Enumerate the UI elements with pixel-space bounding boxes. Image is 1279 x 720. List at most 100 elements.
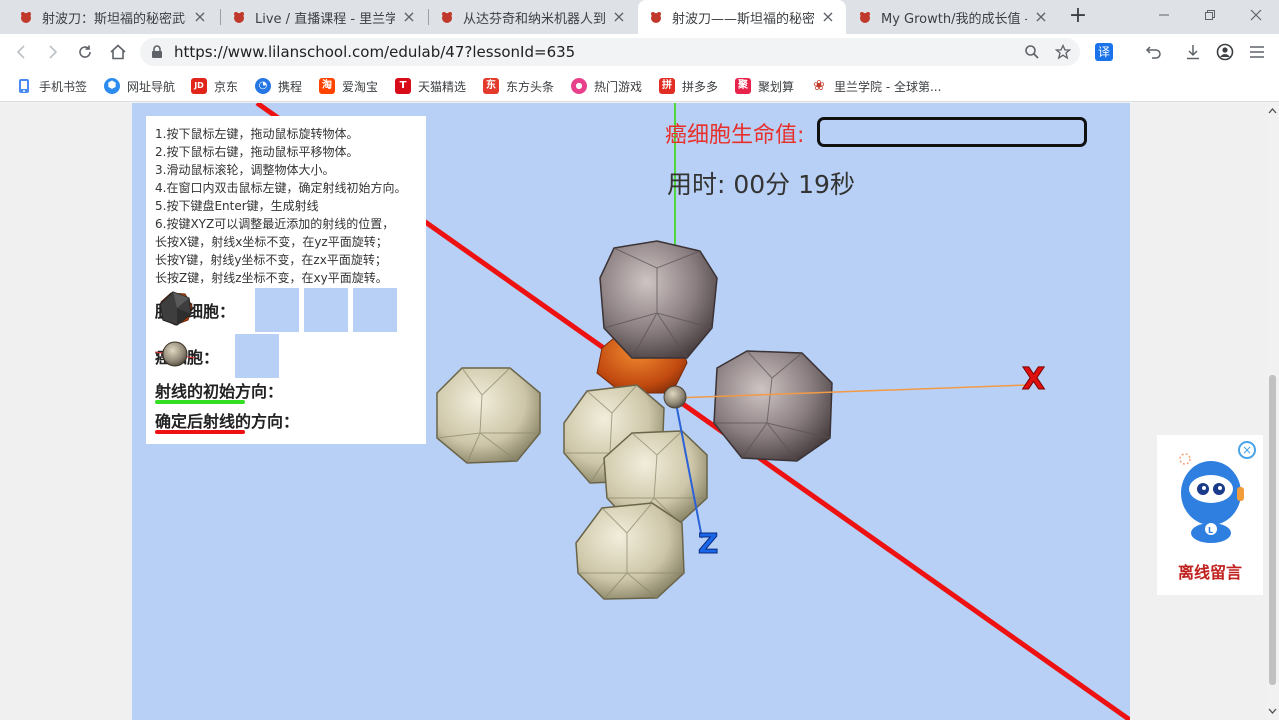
close-window-button[interactable] <box>1233 0 1279 30</box>
bookmark-item[interactable]: 聚 聚划算 <box>735 76 794 96</box>
tab-3-active[interactable]: 射波刀——斯坦福的秘密武 × <box>638 0 846 34</box>
fragile-grey-thumb <box>159 288 348 332</box>
lilan-favicon-icon <box>651 12 661 23</box>
fragile-cell-bone-left <box>436 367 541 464</box>
close-window-icon <box>1250 9 1262 21</box>
account-icon <box>1216 43 1234 61</box>
close-icon[interactable]: × <box>1033 9 1049 25</box>
instruction-line: 长按Y键，射线y坐标不变，在zx平面旋转； <box>155 253 387 267</box>
back-arrow-icon <box>16 45 25 59</box>
tab-1[interactable]: Live / 直播课程 - 里兰学院 × <box>221 0 427 34</box>
download-button[interactable] <box>1179 38 1207 66</box>
instruction-line: 3.滑动鼠标滚轮，调整物体大小。 <box>155 163 335 177</box>
instruction-panel: 1.按下鼠标左键，拖动鼠标旋转物体。 2.按下鼠标右键，拖动鼠标平移物体。 3.… <box>146 116 426 444</box>
bookmark-label: 手机书签 <box>39 79 88 94</box>
tab-strip: 射波刀：斯坦福的秘密武器 × Live / 直播课程 - 里兰学院 × 从达芬奇… <box>0 0 1279 34</box>
bookmark-item[interactable]: ◔ 携程 <box>255 76 302 96</box>
close-icon[interactable]: × <box>401 9 417 25</box>
offline-message-widget[interactable]: × L 离线留言 <box>1157 435 1263 595</box>
bookmark-item[interactable]: ● 热门游戏 <box>571 76 642 96</box>
tab-0[interactable]: 射波刀：斯坦福的秘密武器 × <box>8 0 218 34</box>
bookmark-item[interactable]: ⬢ 网址导航 <box>104 76 175 96</box>
ctrip-icon: ◔ <box>255 78 271 94</box>
instruction-line: 6.按键XYZ可以调整最近添加的射线的位置， <box>155 217 395 231</box>
bookmark-label: 拼多多 <box>682 79 719 94</box>
reload-button[interactable] <box>71 38 99 66</box>
toutiao-icon: 东 <box>483 78 499 94</box>
bookmark-item[interactable]: 手机书签 <box>16 76 87 96</box>
cancer-thumb <box>155 334 279 378</box>
bookmark-label: 网址导航 <box>127 79 176 94</box>
svg-text:L: L <box>1208 526 1213 535</box>
mobile-bookmark-icon <box>19 79 29 93</box>
close-icon[interactable]: × <box>192 9 208 25</box>
account-button[interactable] <box>1211 38 1239 66</box>
fragile-cell-legend: 脆弱细胞： <box>155 288 397 332</box>
cancer-hp-label: 癌细胞生命值: <box>665 123 805 148</box>
instruction-line: 5.按下键盘Enter键，生成射线 <box>155 199 319 213</box>
cancer-hp-bar <box>817 117 1087 147</box>
scrollbar-graphics <box>1268 108 1277 714</box>
fragile-dark-thumb <box>159 288 397 332</box>
address-bar[interactable]: https://www.lilanschool.com/edulab/47?le… <box>140 38 1080 66</box>
home-button[interactable] <box>104 38 132 66</box>
lilan-favicon-icon <box>21 12 31 23</box>
tab-4[interactable]: My Growth/我的成长值 - / × <box>847 0 1059 34</box>
tab-title: 射波刀——斯坦福的秘密武 <box>672 11 814 27</box>
bookmark-label: 爱淘宝 <box>342 79 379 94</box>
url-text[interactable]: https://www.lilanschool.com/edulab/47?le… <box>174 38 575 66</box>
bookmark-label: 里兰学院 - 全球第... <box>834 79 942 94</box>
undo-button[interactable] <box>1140 38 1168 66</box>
cancer-cell-legend: 癌细胞： <box>155 334 279 378</box>
bookmark-star-icon[interactable] <box>1055 44 1071 60</box>
tmall-icon: T <box>395 78 411 94</box>
bookmark-item[interactable]: T 天猫精选 <box>395 76 466 96</box>
undo-icon <box>1145 46 1161 59</box>
game-icon: ● <box>571 78 587 94</box>
tab-title: My Growth/我的成长值 - / <box>881 11 1027 27</box>
cancer-cell <box>663 385 687 409</box>
confirmed-direction-label: 确定后射线的方向： <box>155 412 300 431</box>
elapsed-timer: 用时: 00分 19秒 <box>667 170 855 199</box>
reload-icon <box>79 45 91 58</box>
fragile-cell-stone-right <box>713 350 833 462</box>
close-icon[interactable]: × <box>611 9 627 25</box>
menu-button[interactable] <box>1243 38 1271 66</box>
back-button[interactable] <box>7 38 35 66</box>
download-icon <box>1187 45 1199 60</box>
bookmark-item[interactable]: 淘 爱淘宝 <box>319 76 378 96</box>
lock-icon <box>152 45 162 58</box>
fragile-orange-thumb <box>160 288 299 332</box>
3d-scene-canvas[interactable]: X Z 1.按下鼠标左键，拖动鼠标旋转物体。 2.按下鼠标右键，拖动鼠标平移物体… <box>132 103 1130 720</box>
minimize-icon <box>1159 14 1169 16</box>
bookmark-item[interactable]: 东 东方头条 <box>483 76 554 96</box>
instruction-line: 长按X键，射线x坐标不变，在yz平面旋转； <box>155 235 388 249</box>
page-scrollbar[interactable] <box>1266 103 1279 720</box>
new-tab-button[interactable]: + <box>1066 5 1090 29</box>
minimize-button[interactable] <box>1141 0 1187 30</box>
pinduoduo-icon: 拼 <box>659 78 675 94</box>
close-icon[interactable]: × <box>820 9 836 25</box>
translate-button[interactable]: 译 <box>1095 43 1113 61</box>
home-icon <box>110 44 126 60</box>
tab-2[interactable]: 从达芬奇和纳米机器人到大 × <box>429 0 637 34</box>
hamburger-menu-icon <box>1250 46 1264 58</box>
bookmark-label: 热门游戏 <box>594 79 643 94</box>
bookmark-item[interactable]: 拼 拼多多 <box>659 76 718 96</box>
bookmark-item[interactable]: JD 京东 <box>191 76 238 96</box>
bookmark-item[interactable]: ❀ 里兰学院 - 全球第... <box>811 76 941 96</box>
tab-title: 射波刀：斯坦福的秘密武器 <box>42 11 186 27</box>
restore-icon <box>1205 10 1215 20</box>
taobao-icon: 淘 <box>319 78 335 94</box>
bookmark-label: 京东 <box>214 79 239 94</box>
forward-button[interactable] <box>39 38 67 66</box>
zoom-icon[interactable] <box>1024 44 1040 60</box>
confirmed-direction-swatch <box>155 430 245 434</box>
bookmark-label: 天猫精选 <box>418 79 467 94</box>
lilan-icon: ❀ <box>813 78 825 94</box>
bookmark-label: 东方头条 <box>506 79 555 94</box>
x-axis-label: X <box>1022 362 1045 397</box>
bookmark-label: 聚划算 <box>758 79 795 94</box>
lilan-favicon-icon <box>442 12 452 23</box>
restore-button[interactable] <box>1187 0 1233 30</box>
